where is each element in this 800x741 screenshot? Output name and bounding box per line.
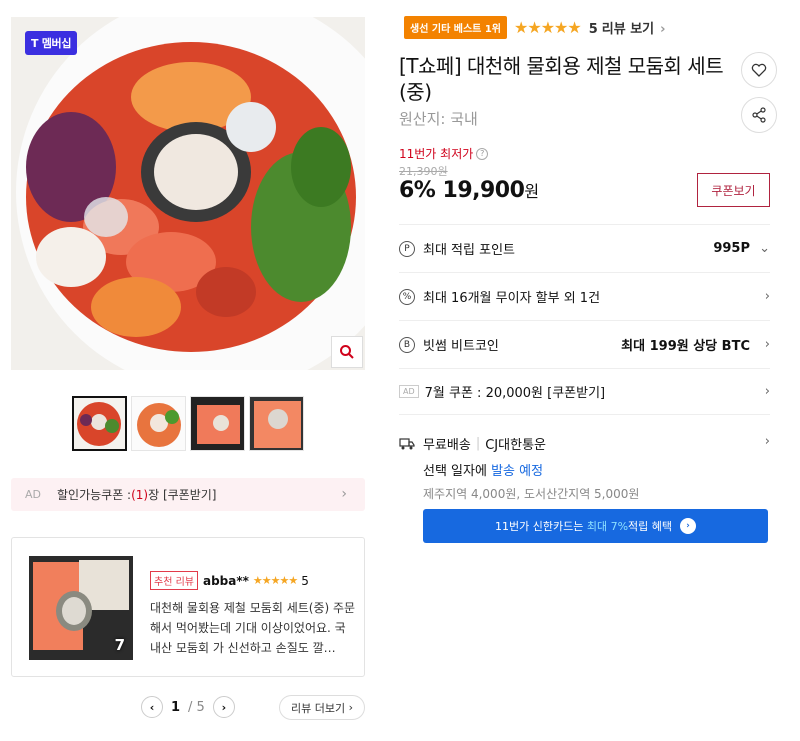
review-pager: ‹ 1 / 5 › [141, 696, 235, 718]
product-main-image[interactable]: T 멤버십 [11, 17, 365, 370]
thumbnail-3[interactable] [190, 396, 245, 451]
shipping-type: 무료배송 [423, 438, 471, 453]
thumbnail-list [72, 396, 304, 451]
product-title: [T쇼페] 대천해 물회용 제철 모둠회 세트(중) [399, 54, 724, 104]
chevron-down-icon: ⌄ [759, 241, 770, 256]
membership-badge: T 멤버십 [25, 31, 78, 55]
current-page: 1 [171, 699, 181, 715]
product-page: T 멤버십 AD 할인가능쿠폰 : (1) 장 [쿠폰받기] › 7 추천 리뷰… [0, 0, 800, 741]
food-photo [11, 17, 365, 370]
next-page-button[interactable]: › [212, 696, 235, 718]
bitcoin-label: 빗썸 비트코인 [423, 339, 499, 354]
shipping-line: 무료배송 | CJ대한통운 [399, 434, 770, 453]
star-rating: ★★★★★ [252, 574, 298, 587]
percent-icon: % [399, 288, 415, 305]
thumbnail-2[interactable] [131, 396, 186, 451]
coupon-count: (1) [131, 487, 149, 502]
banner-highlight: 최대 7% [586, 520, 629, 533]
thumbnail-1[interactable] [72, 396, 127, 451]
review-photo[interactable]: 7 [29, 556, 133, 660]
more-reviews-label: 리뷰 더보기 [290, 701, 346, 715]
ad-label: AD [399, 385, 419, 398]
review-link-label: 리뷰 보기 [601, 22, 655, 37]
recommended-badge: 추천 리뷰 [150, 571, 198, 590]
ad-label: AD [25, 488, 41, 501]
chevron-right-icon: › [764, 384, 770, 399]
coupon-suffix: 장 [쿠폰받기] [148, 488, 217, 502]
points-row[interactable]: P 최대 적립 포인트 995P ⌄ [399, 224, 770, 272]
shipping-date-prefix: 선택 일자에 [423, 464, 492, 479]
installment-row[interactable]: % 최대 16개월 무이자 할부 외 1건 › [399, 272, 770, 320]
review-score: 5 [301, 573, 309, 588]
wishlist-button[interactable] [741, 52, 777, 88]
lowest-price-label: 11번가 최저가 ? [399, 145, 489, 162]
coupon-view-button[interactable]: 쿠폰보기 [697, 173, 770, 207]
review-meta: 추천 리뷰 abba** ★★★★★ 5 [150, 571, 309, 590]
installment-label: 최대 16개월 무이자 할부 외 1건 [423, 291, 601, 306]
truck-icon [399, 437, 415, 449]
point-icon: P [399, 240, 415, 257]
bestseller-badge: 생선 기타 베스트 1위 [404, 16, 508, 39]
review-text: 대천해 물회용 제철 모둠회 세트(중) 주문해서 먹어봤는데 기대 이상이었어… [150, 601, 356, 655]
question-icon[interactable]: ? [476, 147, 489, 160]
review-link[interactable]: 5 리뷰 보기 › [589, 18, 666, 37]
photo-count: 7 [114, 636, 125, 654]
prev-page-button[interactable]: ‹ [141, 696, 163, 718]
shipping-section[interactable]: 무료배송 | CJ대한통운 선택 일자에 발송 예정 제주지역 4,000원, … [399, 414, 770, 502]
review-card[interactable]: 7 추천 리뷰 abba** ★★★★★ 5 대천해 물회용 제철 모둠회 세트… [11, 537, 365, 677]
bestseller-row: 생선 기타 베스트 1위 ★★★★★ 5 리뷰 보기 › [404, 16, 666, 39]
original-price: 21,390원 [399, 165, 448, 178]
thumbnail-4[interactable] [249, 396, 304, 451]
share-button[interactable] [741, 97, 777, 133]
divider: | [475, 436, 481, 451]
chevron-right-icon: › [341, 486, 347, 502]
search-icon [340, 345, 354, 359]
share-icon [752, 107, 766, 123]
total-pages: / 5 [188, 699, 205, 715]
shipping-date-highlight: 발송 예정 [491, 464, 544, 479]
points-label: 최대 적립 포인트 [423, 243, 515, 258]
zoom-button[interactable] [331, 336, 363, 368]
heart-icon [751, 63, 767, 77]
arrow-right-icon: › [680, 518, 696, 534]
shipping-carrier: CJ대한통운 [485, 438, 546, 453]
currency-unit: 원 [524, 182, 539, 201]
more-reviews-button[interactable]: 리뷰 더보기 › [279, 695, 365, 720]
shipping-date: 선택 일자에 발송 예정 [423, 460, 770, 479]
bitcoin-value: 최대 199원 상당 BTC [621, 339, 750, 354]
points-value: 995P [713, 241, 750, 256]
review-user: abba** [202, 573, 249, 588]
coupon-label: 할인가능쿠폰 : [57, 488, 132, 502]
banner-prefix: 11번가 신한카드는 [494, 520, 584, 533]
banner-suffix: 적립 혜택 [628, 520, 672, 533]
shinhan-card-banner[interactable]: 11번가 신한카드는 최대 7% 적립 혜택 › [423, 509, 768, 543]
star-rating-large: ★★★★★ [514, 18, 582, 37]
chevron-right-icon: › [764, 434, 770, 449]
product-origin: 원산지: 국내 [399, 110, 478, 128]
july-coupon-label: 7월 쿠폰 : 20,000원 [쿠폰받기] [424, 386, 606, 401]
lowest-price-text: 11번가 최저가 [399, 147, 474, 161]
review-count: 5 [588, 22, 598, 37]
chevron-right-icon: › [660, 22, 666, 37]
sale-price-value: 6% 19,900 [399, 178, 525, 203]
bitcoin-row[interactable]: B 빗썸 비트코인 최대 199원 상당 BTC › [399, 320, 770, 368]
bitcoin-icon: B [399, 336, 415, 353]
shipping-extra-fee: 제주지역 4,000원, 도서산간지역 5,000원 [423, 487, 640, 501]
july-coupon-row[interactable]: AD 7월 쿠폰 : 20,000원 [쿠폰받기] › [399, 368, 770, 414]
sale-price: 6% 19,900원 [399, 178, 539, 203]
discount-coupon-bar[interactable]: AD 할인가능쿠폰 : (1) 장 [쿠폰받기] › [11, 478, 365, 511]
chevron-right-icon: › [764, 289, 770, 304]
chevron-right-icon: › [764, 337, 770, 352]
